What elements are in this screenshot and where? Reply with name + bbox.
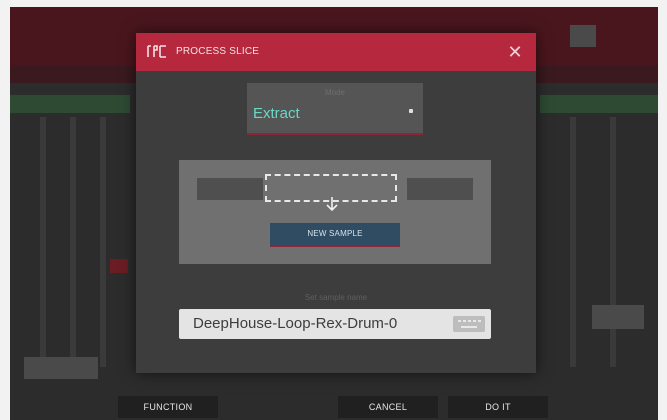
mode-select-value: Extract [253,105,300,122]
mode-select-label: Mode [324,88,345,97]
arrow-down-icon [326,197,338,212]
background-track [100,117,106,367]
background-track [70,117,76,367]
cancel-button[interactable]: CANCEL [338,396,438,418]
background-track [40,117,46,367]
background-button [24,357,98,379]
background-button [570,25,596,47]
background-track [610,117,616,367]
mode-select[interactable]: Mode Extract [247,83,423,135]
new-sample-button[interactable]: NEW SAMPLE [270,223,400,247]
background-level-bar [540,95,658,113]
device-screen: FUNCTION CANCEL DO IT PROCESS SLICE ✕ Mo… [10,7,658,420]
sample-name-field[interactable]: DeepHouse-Loop-Rex-Drum-0 [179,309,491,339]
function-button[interactable]: FUNCTION [118,396,218,418]
slice-diagram: NEW SAMPLE [179,160,491,264]
close-icon[interactable]: ✕ [500,37,530,67]
dropdown-dot-icon [409,109,413,113]
do-it-button[interactable]: DO IT [448,396,548,418]
mpc-logo-icon [147,45,166,58]
background-track [570,117,576,367]
dialog-title: PROCESS SLICE [176,46,260,57]
process-slice-dialog: PROCESS SLICE ✕ Mode Extract NEW SAMPLE … [136,33,536,373]
slice-block-right [407,178,473,200]
slice-block-left [197,178,263,200]
footer-bar: FUNCTION CANCEL DO IT [10,392,658,420]
keyboard-icon[interactable] [453,316,485,332]
dialog-header: PROCESS SLICE ✕ [136,33,536,71]
background-level-bar [10,95,130,113]
sample-name-label: Set sample name [304,293,368,302]
background-button [592,305,644,329]
sample-name-value: DeepHouse-Loop-Rex-Drum-0 [193,315,398,332]
background-marker [110,259,128,273]
